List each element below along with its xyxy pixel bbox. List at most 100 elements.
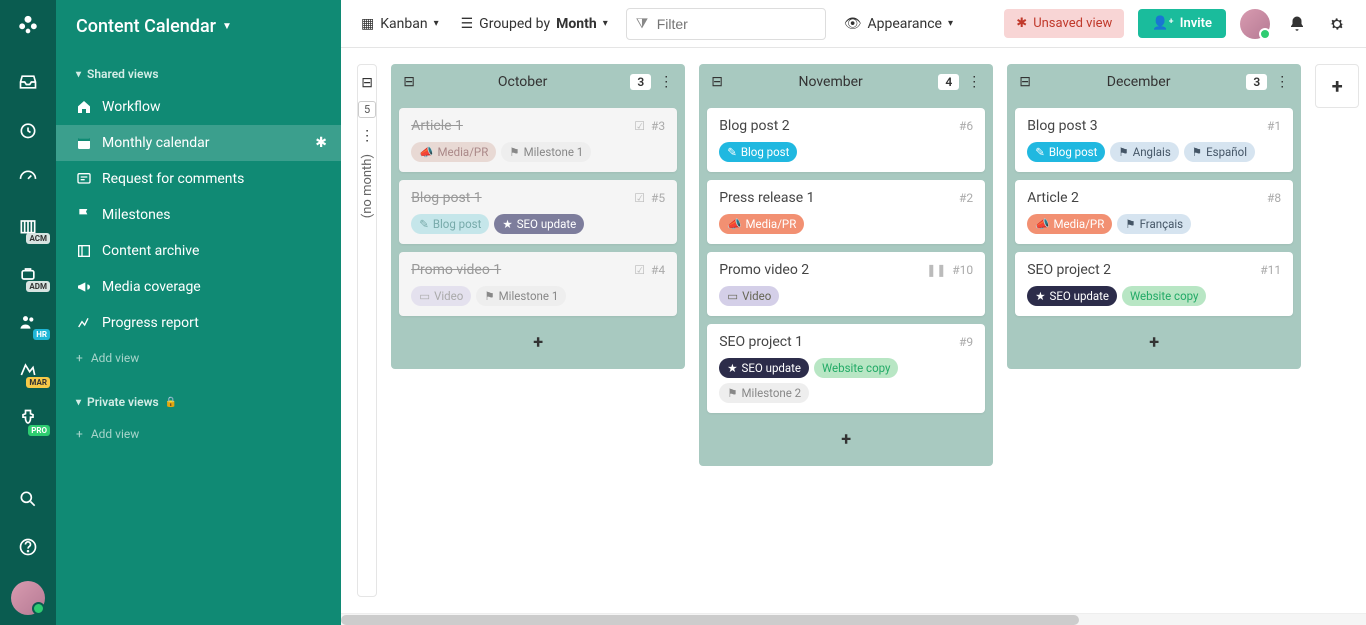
card-tag[interactable]: 📣 Media/PR xyxy=(719,214,804,234)
column-menu-icon[interactable]: ⋮ xyxy=(360,128,374,144)
rail-workspace-hr[interactable]: HR xyxy=(8,302,48,342)
kanban-card[interactable]: SEO project 2 #11 ★ SEO updateWebsite co… xyxy=(1015,252,1293,316)
group-by-selector[interactable]: ☰ Grouped by Month ▾ xyxy=(457,10,612,38)
card-tag[interactable]: ⚑ Anglais xyxy=(1110,142,1178,162)
card-tag[interactable]: ⚑ Español xyxy=(1184,142,1255,162)
logo-icon[interactable] xyxy=(14,10,42,38)
rail-search-icon[interactable] xyxy=(8,479,48,519)
card-tag[interactable]: 📣 Media/PR xyxy=(411,142,496,162)
card-tag[interactable]: ▭ Video xyxy=(719,286,779,306)
check-icon: ☑ xyxy=(634,119,645,133)
card-tag[interactable]: ✎ Blog post xyxy=(719,142,797,162)
rail-help-icon[interactable] xyxy=(8,527,48,567)
rail-workspace-adm[interactable]: ADM xyxy=(8,254,48,294)
kanban-board: ⊟ 5 ⋮ (no month) ⊟ October 3 ⋮ Article 1… xyxy=(341,48,1366,613)
sidebar-item-monthly-calendar[interactable]: Monthly calendar✱ xyxy=(56,125,341,161)
invite-button[interactable]: 👤⁺ Invite xyxy=(1138,9,1226,38)
calendar-icon xyxy=(76,135,92,151)
column-menu-icon[interactable]: ⋮ xyxy=(967,74,981,90)
shared-views-header[interactable]: ▾ Shared views xyxy=(56,59,341,89)
user-avatar[interactable] xyxy=(1240,9,1270,39)
no-month-column[interactable]: ⊟ 5 ⋮ (no month) xyxy=(357,64,377,597)
add-view-button[interactable]: + Add view xyxy=(56,341,341,375)
kanban-card[interactable]: Promo video 2 ❚❚ #10 ▭ Video xyxy=(707,252,985,316)
sidebar-project-title[interactable]: Content Calendar ▼ xyxy=(56,0,341,53)
card-tag[interactable]: ✎ Blog post xyxy=(411,214,489,234)
column-header: ⊟ December 3 ⋮ xyxy=(1007,64,1301,100)
view-type-selector[interactable]: ▦ Kanban ▾ xyxy=(357,10,443,38)
filter-icon: ⧩ xyxy=(636,16,649,32)
card-tag[interactable]: ⚑ Milestone 2 xyxy=(719,383,809,403)
check-icon: ☑ xyxy=(634,263,645,277)
collapse-icon[interactable]: ⊟ xyxy=(711,74,723,90)
kanban-card[interactable]: Article 2 #8 📣 Media/PR⚑ Français xyxy=(1015,180,1293,244)
kanban-card[interactable]: Blog post 1 ☑ #5 ✎ Blog post★ SEO update xyxy=(399,180,677,244)
no-month-count: 5 xyxy=(358,101,376,118)
column-menu-icon[interactable]: ⋮ xyxy=(1275,74,1289,90)
card-tag[interactable]: ✎ Blog post xyxy=(1027,142,1105,162)
sidebar-item-media-coverage[interactable]: Media coverage xyxy=(56,269,341,305)
horizontal-scrollbar[interactable] xyxy=(341,613,1366,625)
appearance-button[interactable]: 👁 Appearance ▾ xyxy=(840,10,957,38)
card-title: SEO project 1 xyxy=(719,334,953,350)
sidebar-item-workflow[interactable]: Workflow xyxy=(56,89,341,125)
collapse-icon[interactable]: ⊟ xyxy=(1019,74,1031,90)
add-card-button[interactable]: + xyxy=(707,421,985,458)
unsaved-view-button[interactable]: ✱ Unsaved view xyxy=(1004,9,1124,38)
card-id: #8 xyxy=(1267,191,1281,205)
topbar: ▦ Kanban ▾ ☰ Grouped by Month ▾ ⧩ 👁 Appe… xyxy=(341,0,1366,48)
card-tag[interactable]: ▭ Video xyxy=(411,286,471,306)
column-menu-icon[interactable]: ⋮ xyxy=(659,74,673,90)
kanban-card[interactable]: Blog post 2 #6 ✎ Blog post xyxy=(707,108,985,172)
plus-icon: + xyxy=(76,351,83,365)
sidebar-item-content-archive[interactable]: Content archive xyxy=(56,233,341,269)
add-view-button[interactable]: + Add view xyxy=(56,417,341,451)
card-id: #4 xyxy=(651,263,665,277)
rail-workspace-mar[interactable]: MAR xyxy=(8,350,48,390)
sidebar-item-label: Monthly calendar xyxy=(102,135,210,151)
sidebar-item-label: Workflow xyxy=(102,99,161,115)
card-tag[interactable]: ⚑ Français xyxy=(1117,214,1191,234)
card-tag[interactable]: ★ SEO update xyxy=(1027,286,1117,306)
home-icon xyxy=(76,99,92,115)
kanban-card[interactable]: Article 1 ☑ #3 📣 Media/PR⚑ Milestone 1 xyxy=(399,108,677,172)
kanban-card[interactable]: Promo video 1 ☑ #4 ▭ Video⚑ Milestone 1 xyxy=(399,252,677,316)
card-tag[interactable]: Website copy xyxy=(1122,286,1206,306)
rail-inbox-icon[interactable] xyxy=(8,62,48,102)
add-card-button[interactable]: + xyxy=(1015,324,1293,361)
sidebar-item-request-for-comments[interactable]: Request for comments xyxy=(56,161,341,197)
kanban-card[interactable]: SEO project 1 #9 ★ SEO updateWebsite cop… xyxy=(707,324,985,413)
kanban-card[interactable]: Press release 1 #2 📣 Media/PR xyxy=(707,180,985,244)
sidebar-item-progress-report[interactable]: Progress report xyxy=(56,305,341,341)
private-views-header[interactable]: ▾ Private views 🔒 xyxy=(56,387,341,417)
chevron-down-icon: ▼ xyxy=(222,21,232,32)
lock-icon: 🔒 xyxy=(165,397,177,408)
filter-input[interactable] xyxy=(626,8,826,40)
rail-user-avatar[interactable] xyxy=(11,581,45,615)
collapse-icon[interactable]: ⊟ xyxy=(361,75,373,91)
rail-workspace-acm[interactable]: ACM xyxy=(8,206,48,246)
chevron-down-icon: ▾ xyxy=(76,397,81,408)
card-tag[interactable]: Website copy xyxy=(814,358,898,378)
sidebar: Content Calendar ▼ ▾ Shared views Workfl… xyxy=(56,0,341,625)
main-content: ▦ Kanban ▾ ☰ Grouped by Month ▾ ⧩ 👁 Appe… xyxy=(341,0,1366,625)
card-tag[interactable]: 📣 Media/PR xyxy=(1027,214,1112,234)
column-november: ⊟ November 4 ⋮ Blog post 2 #6 ✎ Blog pos… xyxy=(699,64,993,597)
card-tag[interactable]: ★ SEO update xyxy=(719,358,809,378)
collapse-icon[interactable]: ⊟ xyxy=(403,74,415,90)
settings-icon[interactable] xyxy=(1324,15,1350,33)
rail-workspace-pro[interactable]: PRO xyxy=(8,398,48,438)
sidebar-item-milestones[interactable]: Milestones xyxy=(56,197,341,233)
kanban-card[interactable]: Blog post 3 #1 ✎ Blog post⚑ Anglais⚑ Esp… xyxy=(1015,108,1293,172)
card-id: #5 xyxy=(651,191,665,205)
card-id: #6 xyxy=(959,119,973,133)
card-id: #9 xyxy=(959,335,973,349)
card-tag[interactable]: ⚑ Milestone 1 xyxy=(476,286,566,306)
card-tag[interactable]: ⚑ Milestone 1 xyxy=(501,142,591,162)
card-tag[interactable]: ★ SEO update xyxy=(494,214,584,234)
notifications-icon[interactable] xyxy=(1284,15,1310,33)
add-card-button[interactable]: + xyxy=(399,324,677,361)
rail-timer-icon[interactable] xyxy=(8,110,48,150)
rail-dashboard-icon[interactable] xyxy=(8,158,48,198)
add-column-button[interactable]: + xyxy=(1315,64,1359,108)
